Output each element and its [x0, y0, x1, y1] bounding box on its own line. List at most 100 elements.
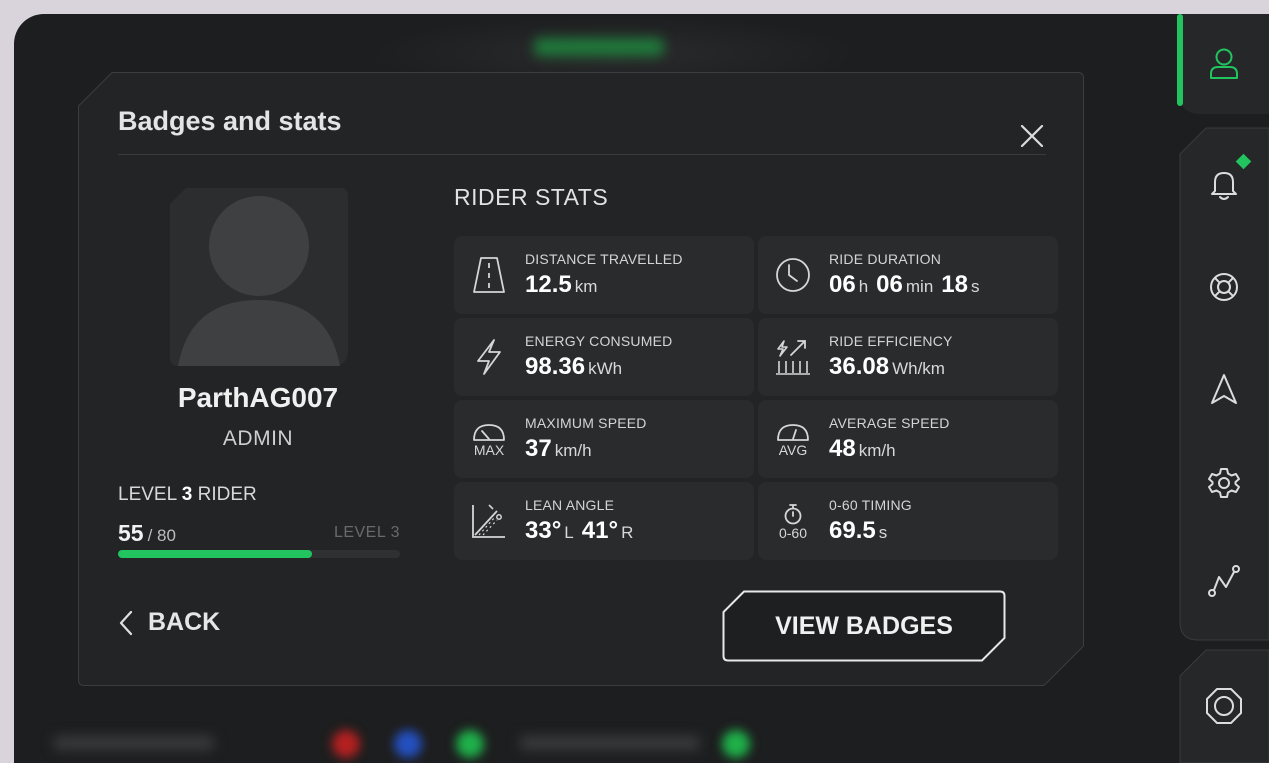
stat-number: 06: [876, 271, 903, 298]
stat-unit: Wh/km: [892, 359, 945, 378]
stat-value: 98.36 kWh: [525, 353, 630, 381]
stat-value: 33° L 41° R: [525, 517, 641, 545]
stat-value: 06 h 06 min 18 s: [829, 271, 987, 299]
stat-label: RIDE EFFICIENCY: [829, 333, 953, 349]
avatar: [170, 188, 348, 366]
background-header-label: [534, 38, 664, 56]
back-button-label: BACK: [148, 608, 221, 636]
rail-power[interactable]: [1178, 680, 1269, 732]
stat-label: DISTANCE TRAVELLED: [525, 251, 683, 267]
level-suffix: RIDER: [197, 484, 257, 505]
rail-notifications[interactable]: [1178, 160, 1269, 210]
level-prefix: LEVEL: [118, 484, 177, 505]
chevron-left-icon: [119, 610, 133, 635]
stat-icon-caption: 0-60: [778, 524, 808, 541]
close-icon: [1020, 124, 1044, 148]
lean-angle-icon: [466, 496, 512, 546]
stat-label: MAXIMUM SPEED: [525, 415, 647, 431]
stat-card-lightning: ENERGY CONSUMED 98.36 kWh: [454, 318, 754, 396]
stat-unit: L: [564, 523, 574, 542]
xp-current: 55: [118, 520, 144, 546]
stat-number: 33°: [525, 517, 562, 544]
stat-unit: h: [858, 277, 869, 296]
stats-heading: RIDER STATS: [454, 184, 609, 210]
view-badges-button[interactable]: VIEW BADGES: [722, 590, 1006, 662]
back-button[interactable]: BACK: [118, 608, 220, 637]
stat-value: 48 km/h: [829, 435, 904, 463]
stat-number: 41°: [581, 517, 619, 544]
rail-routes[interactable]: [1178, 556, 1269, 606]
rail-settings[interactable]: [1178, 458, 1269, 508]
background-indicator-green-2: [722, 730, 750, 758]
stat-unit: km: [574, 277, 598, 296]
stat-value: 36.08 Wh/km: [829, 353, 953, 381]
stat-unit: min: [905, 277, 934, 296]
profile-icon: [1209, 48, 1238, 79]
xp-progress-bar: [118, 550, 400, 558]
stat-number: 37: [525, 435, 552, 462]
user-role: ADMIN: [222, 427, 294, 450]
stat-unit: s: [878, 523, 888, 542]
xp-progress-text: 55/ 80: [118, 520, 176, 547]
stat-number: 12.5: [525, 271, 572, 298]
badges-stats-modal: Badges and stats ParthAG007 ADMIN LEVEL …: [78, 72, 1084, 686]
stat-label: LEAN ANGLE: [525, 497, 615, 513]
stat-number: 98.36: [525, 353, 586, 380]
next-level-label: LEVEL 3: [333, 524, 400, 541]
level-number: 3: [181, 484, 193, 505]
stat-card-clock: RIDE DURATION 06 h 06 min 18 s: [758, 236, 1058, 314]
rail-support[interactable]: [1178, 262, 1269, 312]
background-status-text: [54, 736, 214, 750]
stat-card-road: DISTANCE TRAVELLED 12.5 km: [454, 236, 754, 314]
stat-label: RIDE DURATION: [829, 251, 942, 267]
stat-number: 06: [829, 271, 856, 298]
stat-icon-caption: MAX: [473, 441, 505, 458]
stat-label: ENERGY CONSUMED: [525, 333, 673, 349]
stat-unit: s: [970, 277, 980, 296]
rider-level: LEVEL 3 RIDER: [118, 484, 257, 506]
stat-unit: R: [621, 523, 634, 542]
background-indicator-blue: [394, 730, 422, 758]
stat-number: 18: [941, 271, 968, 298]
speedometer-avg-icon: AVG: [770, 414, 816, 464]
power-icon: [1205, 688, 1242, 724]
stat-card-lean-angle: LEAN ANGLE 33° L 41° R: [454, 482, 754, 560]
stopwatch-icon: 0-60: [770, 496, 816, 546]
xp-progress-fill: [118, 550, 312, 558]
navigation-icon: [1210, 374, 1237, 404]
stats-grid: DISTANCE TRAVELLED 12.5 km RIDE DURATION 06 h…: [454, 236, 1058, 560]
stat-unit: km/h: [858, 441, 896, 460]
stat-number: 69.5: [829, 517, 876, 544]
background-indicator-red: [332, 730, 360, 758]
road-icon: [466, 250, 512, 300]
stat-icon-caption: AVG: [778, 441, 808, 458]
stat-card-speedometer-avg: AVG AVERAGE SPEED 48 km/h: [758, 400, 1058, 478]
close-button[interactable]: [1014, 118, 1050, 154]
lightning-icon: [466, 332, 512, 382]
speedometer-max-icon: MAX: [466, 414, 512, 464]
stat-card-efficiency: RIDE EFFICIENCY 36.08 Wh/km: [758, 318, 1058, 396]
lifebuoy-icon: [1209, 273, 1238, 301]
stat-value: 69.5 s: [829, 517, 895, 545]
modal-divider: [118, 154, 1046, 155]
stat-label: AVERAGE SPEED: [829, 415, 950, 431]
bell-icon: [1210, 172, 1237, 200]
stat-card-speedometer-max: MAX MAXIMUM SPEED 37 km/h: [454, 400, 754, 478]
route-icon: [1207, 565, 1240, 597]
user-silhouette-icon: [170, 188, 348, 366]
stat-number: 36.08: [829, 353, 890, 380]
clock-icon: [770, 250, 816, 300]
rail-navigation[interactable]: [1178, 364, 1269, 414]
stat-number: 48: [829, 435, 856, 462]
stat-unit: kWh: [588, 359, 623, 378]
efficiency-icon: [770, 332, 816, 382]
username: ParthAG007: [177, 382, 339, 413]
stat-label: 0-60 TIMING: [829, 497, 912, 513]
background-status-text-2: [520, 736, 700, 750]
gear-icon: [1207, 468, 1240, 498]
rail-profile[interactable]: [1178, 40, 1269, 88]
modal-title: Badges and stats: [118, 106, 342, 136]
stat-value: 37 km/h: [525, 435, 600, 463]
background-indicator-green: [456, 730, 484, 758]
stat-value: 12.5 km: [525, 271, 605, 299]
